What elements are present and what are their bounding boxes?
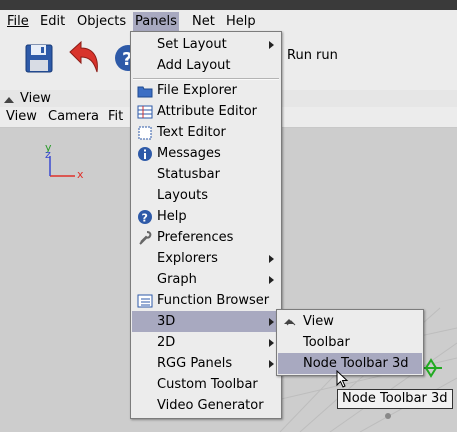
- help-icon: ?: [115, 45, 141, 71]
- menu-help-label: Help: [226, 14, 256, 29]
- submenu-item-label: View: [303, 314, 334, 329]
- submenu-item-node-toolbar-3d[interactable]: Node Toolbar 3d: [278, 353, 422, 374]
- menu-item-label: Layouts: [157, 188, 208, 203]
- submenu-3d: View Toolbar Node Toolbar 3d: [276, 309, 424, 376]
- help-icon: ?: [138, 210, 152, 225]
- menu-item-2d[interactable]: 2D: [132, 332, 280, 353]
- menu-file-label: File: [7, 14, 29, 29]
- menubar: File Edit Objects Panels Net Help: [0, 10, 457, 32]
- menu-item-set-layout[interactable]: Set Layout: [132, 34, 280, 55]
- menu-item-3d[interactable]: 3D: [132, 311, 280, 332]
- save-icon: [25, 44, 53, 73]
- menu-net-label: Net: [192, 14, 215, 29]
- menu-item-label: Function Browser: [157, 293, 270, 308]
- menu-item-rgg-panels[interactable]: RGG Panels: [132, 353, 280, 374]
- menu-item-custom-toolbar[interactable]: Custom Toolbar: [132, 374, 280, 395]
- menu-item-label: 2D: [157, 335, 176, 350]
- menu-objects[interactable]: Objects: [76, 13, 127, 30]
- menu-item-statusbar[interactable]: Statusbar: [132, 164, 280, 185]
- menu-item-layouts[interactable]: Layouts: [132, 185, 280, 206]
- menu-edit[interactable]: Edit: [39, 13, 66, 30]
- panel-collapse-icon[interactable]: [4, 95, 14, 103]
- submenu-item-view[interactable]: View: [278, 311, 422, 332]
- axis-label-z: z: [45, 148, 51, 161]
- wrench-icon: [139, 231, 152, 245]
- menu-item-label: Set Layout: [157, 37, 227, 52]
- menu-objects-label: Objects: [77, 14, 127, 29]
- menu-file[interactable]: File: [6, 13, 30, 30]
- menu-item-label: Attribute Editor: [157, 104, 258, 119]
- submenu-arrow-icon: [269, 255, 274, 263]
- menu-item-label: Add Layout: [157, 58, 231, 73]
- view-menu-view[interactable]: View: [6, 108, 37, 126]
- menu-panels[interactable]: Panels: [133, 12, 179, 31]
- menu-net[interactable]: Net: [191, 13, 216, 30]
- menu-item-label: Messages: [157, 146, 221, 161]
- submenu-arrow-icon: [269, 339, 274, 347]
- menu-item-label: Custom Toolbar: [157, 377, 258, 392]
- menu-item-label: 3D: [157, 314, 176, 329]
- view-eye-icon: [284, 319, 296, 326]
- menu-item-function-browser[interactable]: Function Browser: [132, 290, 280, 311]
- axis-label-x: x: [77, 168, 84, 181]
- submenu-arrow-icon: [269, 360, 274, 368]
- view-menu-camera[interactable]: Camera: [48, 108, 99, 126]
- submenu-arrow-icon: [269, 276, 274, 284]
- menu-item-label: Graph: [157, 272, 197, 287]
- mouse-cursor-icon: [336, 370, 349, 388]
- menu-help[interactable]: Help: [225, 13, 257, 30]
- menu-item-label: Text Editor: [157, 125, 226, 140]
- submenu-item-toolbar[interactable]: Toolbar: [278, 332, 422, 353]
- attribute-table-icon: [137, 105, 153, 119]
- menu-item-help[interactable]: ? Help: [132, 206, 280, 227]
- menu-edit-label: Edit: [40, 14, 66, 29]
- menu-item-graph[interactable]: Graph: [132, 269, 280, 290]
- menu-item-label: File Explorer: [157, 83, 238, 98]
- run-label[interactable]: Run run: [287, 47, 338, 65]
- menu-item-label: Video Generator: [157, 398, 264, 413]
- menu-item-text-editor[interactable]: Text Editor: [132, 122, 280, 143]
- menu-panels-label: Panels: [135, 14, 177, 29]
- menu-item-explorers[interactable]: Explorers: [132, 248, 280, 269]
- panels-menu: Set Layout Add Layout File Explorer Attr…: [130, 31, 282, 419]
- menu-item-label: Explorers: [157, 251, 218, 266]
- view-panel-title: View: [20, 91, 51, 106]
- undo-button[interactable]: [64, 36, 104, 80]
- undo-arrow-icon: [69, 40, 98, 73]
- menu-item-attribute-editor[interactable]: Attribute Editor: [132, 101, 280, 122]
- view-menu-fit[interactable]: Fit: [108, 108, 123, 126]
- info-icon: [138, 147, 152, 161]
- node-handle-icon: [385, 413, 391, 419]
- submenu-arrow-icon: [269, 41, 274, 49]
- menu-item-file-explorer[interactable]: File Explorer: [132, 80, 280, 101]
- window-top-strip: [0, 0, 457, 10]
- menu-item-label: Help: [157, 209, 187, 224]
- submenu-arrow-icon: [269, 318, 274, 326]
- function-list-icon: [137, 294, 153, 308]
- text-editor-icon: [138, 126, 152, 140]
- submenu-item-label: Toolbar: [303, 335, 350, 350]
- menu-item-video-generator[interactable]: Video Generator: [132, 395, 280, 416]
- menu-item-label: Preferences: [157, 230, 234, 245]
- menu-item-preferences[interactable]: Preferences: [132, 227, 280, 248]
- menu-item-messages[interactable]: Messages: [132, 143, 280, 164]
- menu-item-label: RGG Panels: [157, 356, 233, 371]
- save-button[interactable]: [18, 36, 58, 80]
- folder-icon: [137, 86, 153, 98]
- submenu-item-label: Node Toolbar 3d: [303, 356, 409, 371]
- menu-item-label: Statusbar: [157, 167, 220, 182]
- tooltip: Node Toolbar 3d: [337, 389, 453, 409]
- svg-text:?: ?: [142, 212, 148, 225]
- axis-gizmo: [49, 156, 75, 177]
- menu-item-add-layout[interactable]: Add Layout: [132, 55, 280, 76]
